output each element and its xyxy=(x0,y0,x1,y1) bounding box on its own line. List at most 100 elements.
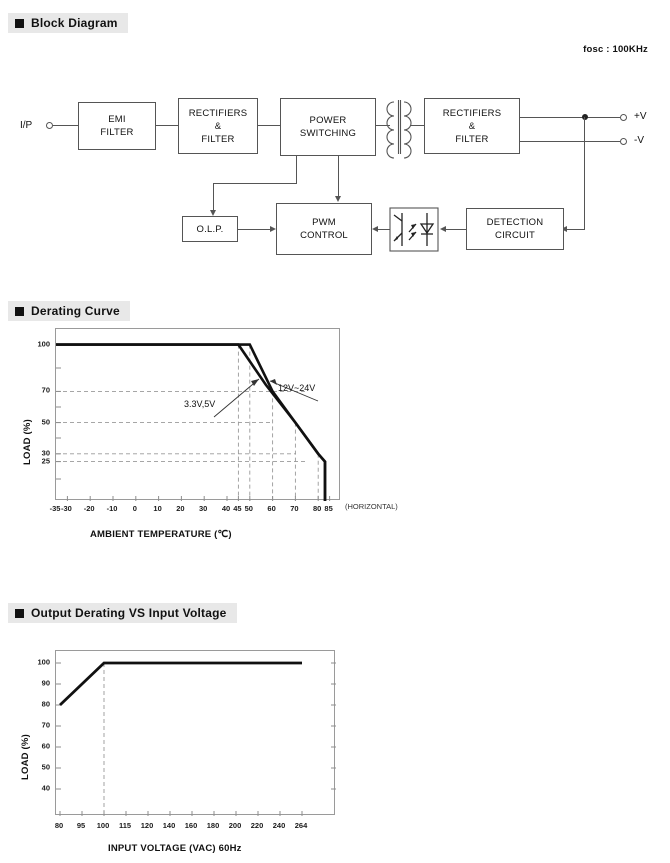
output-terminal-positive-icon xyxy=(620,114,627,121)
wire-feedback-to-detection xyxy=(566,229,585,231)
arrow-into-pwm-from-olp xyxy=(270,226,276,232)
transformer-symbol xyxy=(378,96,424,159)
section-title: Block Diagram xyxy=(31,16,118,30)
output-positive-label: +V xyxy=(634,111,647,122)
derating-x-label: 60 xyxy=(267,504,276,513)
block-pwm-control: PWM CONTROL xyxy=(276,203,372,255)
wire-rect1-to-power xyxy=(258,125,280,127)
output-x-label: 264 xyxy=(294,821,308,830)
wire-olp-to-pwm xyxy=(238,229,270,231)
derating-x-label: 70 xyxy=(290,504,299,513)
output-y-label: 40 xyxy=(41,783,50,793)
derating-x-label: 85 xyxy=(324,504,333,513)
output-x-label: 160 xyxy=(184,821,198,830)
x-tick-marks xyxy=(59,811,303,816)
arrow-into-pwm-from-opto xyxy=(372,226,378,232)
derating-x-label: -30 xyxy=(60,504,72,513)
derating-y-axis-title: LOAD (%) xyxy=(22,419,33,465)
output-negative-label: -V xyxy=(634,135,644,146)
output-x-label: 80 xyxy=(54,821,64,830)
block-line: PWM xyxy=(312,217,336,228)
derating-x-label: 20 xyxy=(176,504,185,513)
wire-output-negative xyxy=(520,141,620,143)
block-input-rectifiers-filter: RECTIFIERS & FILTER xyxy=(178,98,258,154)
block-line: POWER xyxy=(309,115,347,126)
block-emi-filter: EMI FILTER xyxy=(78,102,156,150)
block-line: DETECTION xyxy=(486,217,544,228)
derating-y-label: 70 xyxy=(41,385,50,395)
block-olp: O.L.P. xyxy=(182,216,238,242)
output-terminal-negative-icon xyxy=(620,138,627,145)
output-y-axis-title: LOAD (%) xyxy=(20,734,31,780)
block-diagram-section: Block Diagram fosc : 100KHz I/P EMI FILT… xyxy=(0,0,670,290)
y-tick-marks xyxy=(56,662,61,790)
output-x-label: 240 xyxy=(272,821,286,830)
output-x-label: 115 xyxy=(118,821,132,830)
arrow-into-optocoupler xyxy=(440,226,446,232)
derating-y-label: 100 xyxy=(37,339,50,349)
derating-x-label: 80 xyxy=(313,504,322,513)
optocoupler-symbol xyxy=(389,207,439,252)
block-line: EMI xyxy=(108,114,126,125)
curve-annotation-12v-24v: 12V~24V xyxy=(278,383,316,393)
wire-down-to-olp xyxy=(213,183,215,211)
arrow-into-pwm xyxy=(335,196,341,202)
derating-x-label: 45 xyxy=(233,504,242,513)
output-y-label: 80 xyxy=(41,699,50,709)
output-x-axis-title: INPUT VOLTAGE (VAC) 60Hz xyxy=(108,843,242,854)
wire-detection-to-opto xyxy=(444,229,466,231)
derating-x-label: 50 xyxy=(244,504,253,513)
derating-x-label: -10 xyxy=(106,504,118,513)
wire-feedback-down xyxy=(584,117,586,230)
datasheet-page: Block Diagram fosc : 100KHz I/P EMI FILT… xyxy=(0,0,670,863)
wire-emi-to-rect1 xyxy=(156,125,178,127)
input-label: I/P xyxy=(20,120,33,131)
square-bullet-icon xyxy=(15,18,24,28)
block-line: RECTIFIERS xyxy=(188,107,248,119)
output-x-label: 140 xyxy=(162,821,176,830)
input-terminal-icon xyxy=(46,122,53,129)
derating-curve-section: Derating Curve 100 70 50 30 25 -35 -30 -… xyxy=(0,295,670,565)
wire-opto-to-pwm xyxy=(376,229,390,231)
block-line: & xyxy=(214,120,222,132)
block-line: FILTER xyxy=(455,133,489,145)
derating-x-axis-title: AMBIENT TEMPERATURE (℃) xyxy=(90,529,232,540)
square-bullet-icon xyxy=(15,306,24,316)
y-tick-marks xyxy=(56,344,61,480)
wire-input-to-emi xyxy=(53,125,78,127)
y-tick-marks-right xyxy=(331,662,336,790)
output-derating-plot xyxy=(55,650,336,816)
curve-output-derating xyxy=(59,661,302,707)
block-line: RECTIFIERS xyxy=(442,107,502,119)
output-derating-svg xyxy=(56,661,336,816)
output-y-label: 100 xyxy=(37,657,50,667)
block-line: CIRCUIT xyxy=(495,230,535,241)
gridlines xyxy=(56,344,319,501)
wire-power-down-to-olp xyxy=(296,156,298,184)
block-line: O.L.P. xyxy=(196,223,224,235)
block-line: FILTER xyxy=(100,127,134,138)
output-x-label: 95 xyxy=(76,821,86,830)
derating-x-label: 40 xyxy=(221,504,231,513)
output-x-label: 200 xyxy=(228,821,242,830)
derating-x-label: 10 xyxy=(153,504,162,513)
output-y-label: 70 xyxy=(41,720,50,730)
wire-olp-horizontal xyxy=(213,183,297,185)
section-title: Derating Curve xyxy=(31,304,120,318)
square-bullet-icon xyxy=(15,608,24,618)
block-power-switching: POWER SWITCHING xyxy=(280,98,376,156)
output-x-label: 220 xyxy=(250,821,264,830)
derating-x-label: -35 xyxy=(49,504,61,513)
output-derating-section: Output Derating VS Input Voltage 100 90 … xyxy=(0,595,670,863)
derating-curve-plot xyxy=(55,328,340,501)
output-x-label: 120 xyxy=(140,821,154,830)
block-output-rectifiers-filter: RECTIFIERS & FILTER xyxy=(424,98,520,154)
wire-power-to-pwm xyxy=(338,156,340,197)
wire-output-positive xyxy=(520,117,620,119)
block-detection-circuit: DETECTION CIRCUIT xyxy=(466,208,564,250)
section-header-block-diagram: Block Diagram xyxy=(8,13,128,33)
block-line: FILTER xyxy=(201,133,235,145)
block-line: CONTROL xyxy=(300,230,348,241)
derating-x-label: 30 xyxy=(199,504,208,513)
derating-curve-svg xyxy=(56,343,331,501)
